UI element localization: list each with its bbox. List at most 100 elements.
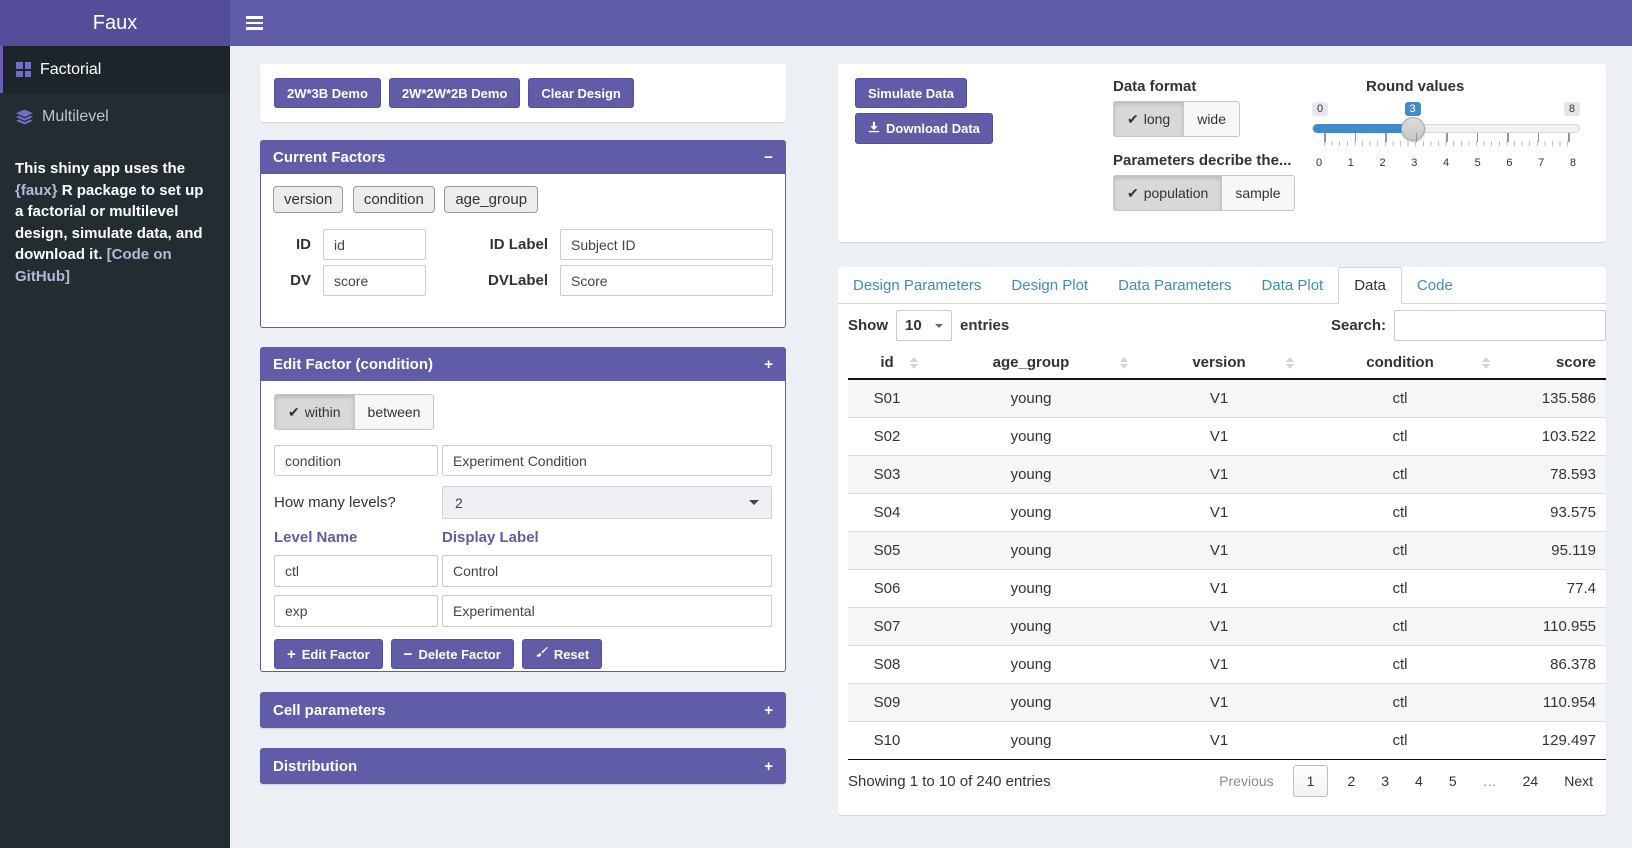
- collapse-minus-icon[interactable]: −: [764, 149, 773, 166]
- params-sample-toggle[interactable]: sample: [1221, 175, 1294, 211]
- demo-2w3b-button[interactable]: 2W*3B Demo: [274, 78, 381, 108]
- faux-package-link[interactable]: {faux}: [15, 182, 58, 199]
- factor-chip-version[interactable]: version: [273, 186, 343, 213]
- params-population-toggle[interactable]: ✔ population: [1113, 175, 1222, 211]
- results-tabs: Design Parameters Design Plot Data Param…: [838, 267, 1606, 304]
- cell-condition: ctl: [1302, 684, 1498, 722]
- search-input[interactable]: [1394, 310, 1606, 341]
- simulate-data-button[interactable]: Simulate Data: [855, 78, 967, 108]
- cell-age-group: young: [926, 456, 1136, 494]
- column-header-condition[interactable]: condition: [1302, 347, 1498, 379]
- cell-score: 129.497: [1498, 722, 1606, 760]
- level-name-input[interactable]: ctl: [274, 555, 438, 587]
- tab-design-parameters[interactable]: Design Parameters: [838, 268, 996, 303]
- cell-score: 77.4: [1498, 570, 1606, 608]
- cell-age-group: young: [926, 532, 1136, 570]
- pagination-page-5[interactable]: 5: [1436, 766, 1470, 796]
- factor-display-input[interactable]: Experiment Condition: [442, 445, 772, 476]
- page-length-select[interactable]: 10: [896, 310, 952, 341]
- page-length-value: 10: [905, 317, 922, 334]
- levels-count-select[interactable]: 2: [442, 486, 772, 519]
- delete-factor-button[interactable]: − Delete Factor: [391, 639, 514, 669]
- edit-factor-button[interactable]: + Edit Factor: [274, 639, 383, 669]
- factor-type-between-toggle[interactable]: between: [354, 394, 435, 430]
- entries-label: entries: [960, 317, 1009, 334]
- table-row: S09youngV1ctl110.954: [848, 684, 1606, 722]
- pagination-ellipsis: …: [1470, 766, 1510, 796]
- reset-button[interactable]: Reset: [522, 639, 602, 669]
- table-row: S07youngV1ctl110.955: [848, 608, 1606, 646]
- pagination-page-3[interactable]: 3: [1368, 766, 1402, 796]
- collapse-plus-icon[interactable]: +: [764, 356, 773, 373]
- column-header-id[interactable]: id: [848, 347, 926, 379]
- data-format-long-toggle[interactable]: ✔ long: [1113, 101, 1184, 137]
- cell-version: V1: [1136, 722, 1302, 760]
- data-format-wide-toggle[interactable]: wide: [1183, 101, 1240, 137]
- tab-data-plot[interactable]: Data Plot: [1247, 268, 1339, 303]
- edit-factor-header: Edit Factor (condition) +: [260, 347, 786, 381]
- level-name-column-header: Level Name: [274, 529, 442, 546]
- slider-track[interactable]: [1312, 124, 1580, 133]
- cell-age-group: young: [926, 608, 1136, 646]
- tab-design-plot[interactable]: Design Plot: [996, 268, 1103, 303]
- download-data-button[interactable]: Download Data: [855, 113, 993, 144]
- app-logo: Faux: [0, 0, 230, 46]
- parameters-describe-label: Parameters decribe the...: [1113, 152, 1291, 169]
- pagination-page-4[interactable]: 4: [1402, 766, 1436, 796]
- sidebar: Factorial Multilevel This shiny app uses…: [0, 46, 230, 848]
- dv-field-label: DV: [273, 272, 311, 289]
- display-label-column-header: Display Label: [442, 529, 539, 546]
- sidebar-about-text: This shiny app uses the {faux} R package…: [0, 140, 230, 287]
- factor-type-within-toggle[interactable]: ✔ within: [274, 394, 355, 430]
- cell-condition: ctl: [1302, 379, 1498, 418]
- expand-plus-icon[interactable]: +: [764, 702, 773, 719]
- cell-condition: ctl: [1302, 570, 1498, 608]
- cell-parameters-panel[interactable]: Cell parameters +: [260, 692, 786, 728]
- pagination-previous[interactable]: Previous: [1206, 766, 1286, 796]
- tab-code[interactable]: Code: [1402, 268, 1468, 303]
- current-factors-body: version condition age_group ID id ID Lab…: [260, 174, 786, 328]
- cell-id: S05: [848, 532, 926, 570]
- distribution-title: Distribution: [273, 758, 357, 775]
- column-header-version[interactable]: version: [1136, 347, 1302, 379]
- level-label-input[interactable]: Control: [442, 555, 772, 587]
- level-name-input[interactable]: exp: [274, 595, 438, 627]
- tab-data-parameters[interactable]: Data Parameters: [1103, 268, 1246, 303]
- id-label-input[interactable]: Subject ID: [560, 229, 773, 260]
- sidebar-item-factorial[interactable]: Factorial: [0, 46, 230, 93]
- column-header-age-group[interactable]: age_group: [926, 347, 1136, 379]
- cell-score: 135.586: [1498, 379, 1606, 418]
- pagination-next[interactable]: Next: [1551, 766, 1606, 796]
- pagination-page-2[interactable]: 2: [1334, 766, 1368, 796]
- cell-age-group: young: [926, 494, 1136, 532]
- distribution-panel[interactable]: Distribution +: [260, 748, 786, 784]
- cell-score: 110.955: [1498, 608, 1606, 646]
- clear-design-button[interactable]: Clear Design: [528, 78, 633, 108]
- factor-name-input[interactable]: condition: [274, 445, 438, 476]
- column-header-score[interactable]: score: [1498, 347, 1606, 379]
- toggle-label: between: [368, 404, 421, 420]
- round-values-label: Round values: [1366, 78, 1464, 95]
- dv-input[interactable]: score: [323, 265, 426, 296]
- brush-icon: [535, 646, 548, 662]
- pagination-page-1[interactable]: 1: [1293, 765, 1329, 797]
- cell-age-group: young: [926, 646, 1136, 684]
- current-factors-header: Current Factors −: [260, 140, 786, 174]
- cell-parameters-title: Cell parameters: [273, 702, 386, 719]
- sidebar-toggle-button[interactable]: [230, 0, 278, 46]
- tab-data[interactable]: Data: [1338, 267, 1402, 304]
- sidebar-item-multilevel[interactable]: Multilevel: [0, 93, 230, 140]
- expand-plus-icon[interactable]: +: [764, 758, 773, 775]
- id-input[interactable]: id: [323, 229, 426, 260]
- id-label-field-label: ID Label: [438, 236, 548, 253]
- dv-label-input[interactable]: Score: [560, 265, 773, 296]
- demo-2w2w2b-button[interactable]: 2W*2W*2B Demo: [389, 78, 520, 108]
- level-label-input[interactable]: Experimental: [442, 595, 772, 627]
- cell-version: V1: [1136, 532, 1302, 570]
- pagination: Previous 1 2 3 4 5 … 24 Next: [1206, 765, 1606, 797]
- factor-chip-age-group[interactable]: age_group: [444, 186, 538, 213]
- toggle-label: long: [1144, 111, 1170, 127]
- factor-chip-condition[interactable]: condition: [353, 186, 435, 213]
- slider-fill: [1313, 124, 1413, 133]
- pagination-page-24[interactable]: 24: [1510, 766, 1552, 796]
